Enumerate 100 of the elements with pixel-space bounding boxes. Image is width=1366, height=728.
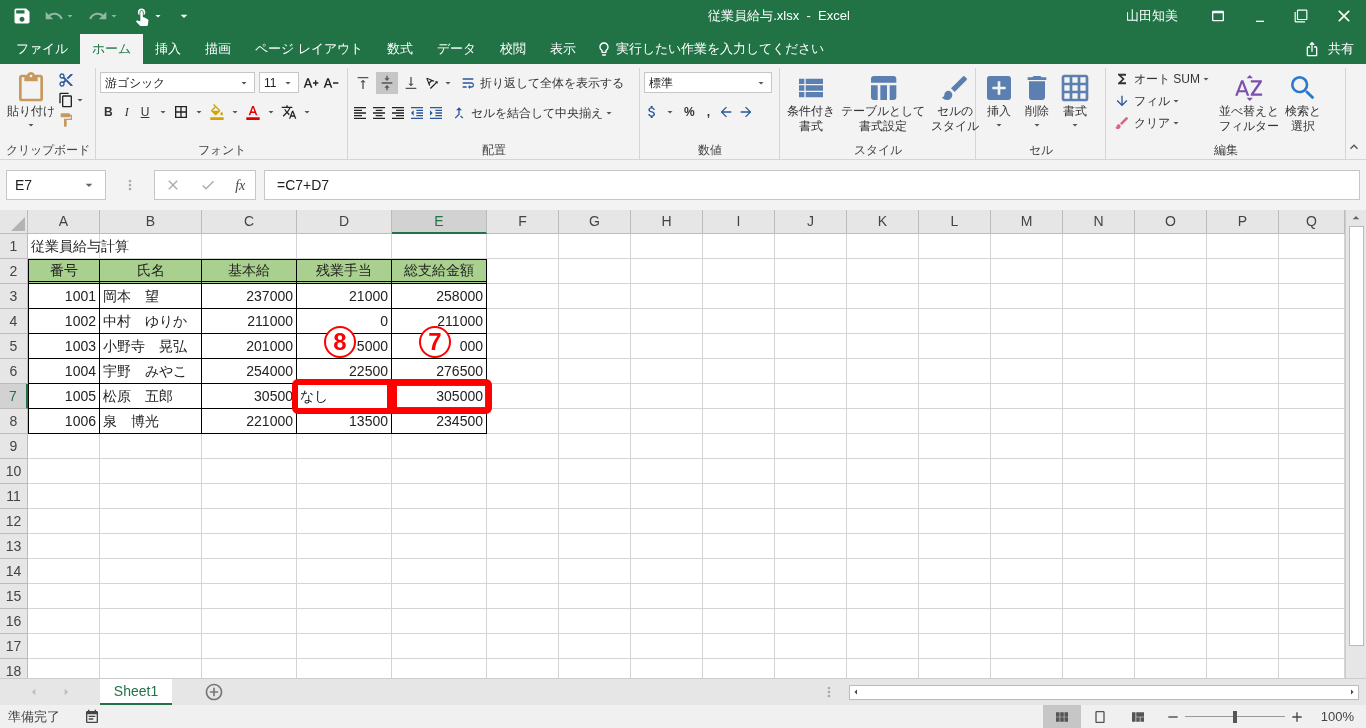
row-header[interactable]: 7 [0,384,28,409]
indent-increase-icon[interactable] [428,105,444,121]
bold-button[interactable]: B [100,101,117,123]
style-button[interactable]: テーブルとして 書式設定 [838,68,928,141]
sheet-cell[interactable]: 氏名 [100,259,202,284]
ribbon-display-icon[interactable] [1210,8,1226,24]
copy-icon[interactable] [58,92,74,108]
sheet-cell[interactable]: 211000 [202,309,297,334]
column-header[interactable]: H [631,210,703,234]
sheet-cell[interactable]: 番号 [28,259,100,284]
normal-view-button[interactable] [1042,705,1081,728]
row-header[interactable]: 3 [0,284,28,309]
sheet-cell[interactable]: 22500 [297,359,392,384]
ribbon-tab[interactable]: ページ レイアウト [243,34,375,64]
column-header[interactable]: G [559,210,631,234]
column-header[interactable]: F [487,210,559,234]
insert-function-button[interactable]: fx [235,174,246,196]
sheet-cell[interactable]: 13500 [297,409,392,434]
row-header[interactable]: 6 [0,359,28,384]
font-color-icon[interactable] [245,104,262,120]
sheet-cell[interactable]: 221000 [202,409,297,434]
sheet-cell[interactable]: 宇野 みやこ [100,359,202,384]
cell-command-button[interactable]: 挿入 [980,68,1018,141]
column-header[interactable]: N [1063,210,1135,234]
column-header[interactable]: K [847,210,919,234]
border-icon[interactable] [173,104,190,120]
ribbon-tab[interactable]: 校閲 [487,34,538,64]
sheet-cell[interactable]: 30500 [202,384,297,409]
sheet-cell[interactable]: なし [297,384,392,409]
merge-center-button[interactable]: セルを結合して中央揃え [447,102,619,124]
row-header[interactable]: 18 [0,659,28,678]
sort-filter-button[interactable]: 並べ替えと フィルター [1216,68,1282,141]
column-header[interactable]: A [28,210,100,234]
sheet-cell[interactable]: 総支給金額 [392,259,487,284]
sheet-cell[interactable]: 1004 [28,359,100,384]
row-header[interactable]: 17 [0,634,28,659]
style-button[interactable]: セルの スタイル [928,68,982,141]
find-select-button[interactable]: 検索と 選択 [1282,68,1324,141]
cell-command-button[interactable]: 書式 [1056,68,1094,141]
formula-field[interactable]: =C7+D7 [264,170,1360,200]
name-box[interactable]: E7 [6,170,106,200]
sheet-cell[interactable]: 21000 [297,284,392,309]
row-header[interactable]: 2 [0,259,28,284]
middle-align-button[interactable] [376,72,398,94]
right-arrow-icon[interactable] [738,104,754,120]
orientation-icon[interactable] [424,75,440,91]
sheet-cell[interactable]: 基本給 [202,259,297,284]
font-name-field[interactable]: 游ゴシック [100,72,255,93]
row-header[interactable]: 1 [0,234,28,259]
sheet-cell[interactable]: 1003 [28,334,100,359]
sheet-cell[interactable]: 1001 [28,284,100,309]
sheet-cell[interactable]: 276500 [392,359,487,384]
row-header[interactable]: 4 [0,309,28,334]
column-header[interactable]: E [392,210,487,234]
row-header[interactable]: 15 [0,584,28,609]
tell-me-field[interactable]: 実行したい作業を入力してください [595,34,824,64]
horizontal-scrollbar[interactable] [849,684,1359,700]
column-header[interactable]: B [100,210,202,234]
indent-decrease-icon[interactable] [409,105,425,121]
row-header[interactable]: 14 [0,559,28,584]
zoom-level[interactable]: 100% [1320,706,1354,727]
zoom-slider[interactable] [1184,710,1285,723]
sheet-cell[interactable]: 258000 [392,284,487,309]
macro-record-icon[interactable] [84,708,100,725]
sheet-cell[interactable]: 小野寺 晃弘 [100,334,202,359]
sheet-cell[interactable]: 従業員給与計算 [28,234,202,259]
row-header[interactable]: 12 [0,509,28,534]
ribbon-tab[interactable]: ホーム [80,34,143,64]
sheet-cell[interactable]: 254000 [202,359,297,384]
add-sheet-icon[interactable] [204,682,224,702]
column-header[interactable]: L [919,210,991,234]
ribbon-tab[interactable]: 数式 [374,34,425,64]
zoom-thumb[interactable] [1232,710,1237,723]
ribbon-tab[interactable]: 表示 [537,34,588,64]
percent-button[interactable]: % [680,101,699,123]
restore-icon[interactable] [1294,9,1308,23]
column-header[interactable]: C [202,210,297,234]
sheet-cell[interactable]: 泉 博光 [100,409,202,434]
sheet-cell[interactable]: 1002 [28,309,100,334]
ribbon-tab[interactable]: 描画 [193,34,243,64]
row-header[interactable]: 10 [0,459,28,484]
sheet-cell[interactable]: 松原 五郎 [100,384,202,409]
align-center-icon[interactable] [371,105,387,121]
cell-command-button[interactable]: 削除 [1018,68,1056,141]
scissors-icon[interactable] [58,72,74,88]
autosum-button[interactable]: オート SUM [1110,68,1216,90]
sheet-cell[interactable]: 1006 [28,409,100,434]
sheet-cell[interactable]: 234500 [392,409,487,434]
phonetic-icon[interactable] [281,104,298,120]
row-header[interactable]: 11 [0,484,28,509]
fill-button[interactable]: フィル [1110,90,1216,112]
column-header[interactable]: I [703,210,775,234]
row-header[interactable]: 13 [0,534,28,559]
italic-button[interactable]: I [120,101,133,123]
column-header[interactable]: M [991,210,1063,234]
sheet-cell[interactable]: 中村 ゆりか [100,309,202,334]
sheet-cell[interactable]: 1005 [28,384,100,409]
user-name[interactable]: 山田知美 [1126,6,1178,26]
number-format-field[interactable]: 標準 [644,72,772,93]
underline-button[interactable]: U [136,101,154,123]
